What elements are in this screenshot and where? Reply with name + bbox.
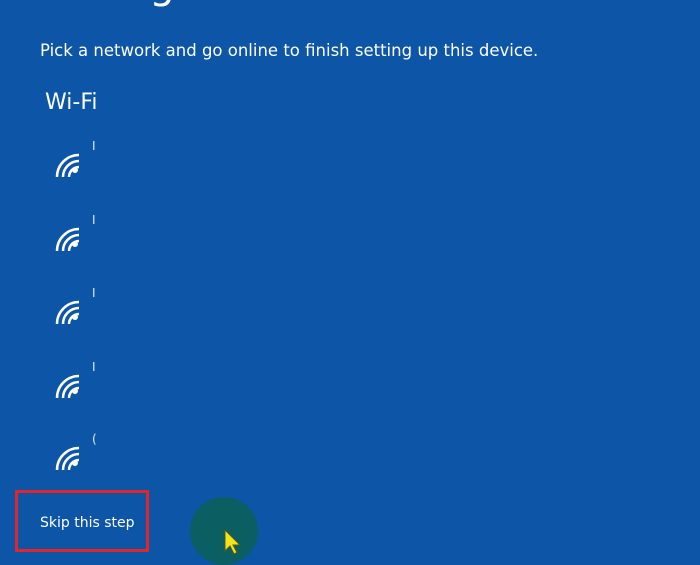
skip-this-step-button[interactable]: Skip this step bbox=[40, 515, 135, 531]
wifi-signal-icon bbox=[55, 446, 80, 471]
wifi-network-name: I bbox=[92, 360, 96, 374]
wifi-network-list: I I I I ( bbox=[0, 0, 700, 560]
wifi-network-item[interactable]: I bbox=[48, 360, 288, 410]
wifi-network-name: I bbox=[92, 286, 96, 300]
page-title: Let's get connected bbox=[40, 0, 444, 8]
wifi-network-item[interactable]: I bbox=[48, 213, 288, 263]
wifi-network-name: ( bbox=[92, 432, 97, 446]
wifi-signal-icon bbox=[55, 227, 80, 252]
wifi-network-name: I bbox=[92, 139, 96, 153]
wifi-network-name: I bbox=[92, 213, 96, 227]
wifi-signal-icon bbox=[55, 153, 80, 178]
mouse-cursor-icon bbox=[224, 529, 242, 555]
wifi-network-item[interactable]: I bbox=[48, 286, 288, 336]
wifi-section-heading: Wi-Fi bbox=[45, 90, 98, 115]
wifi-signal-icon bbox=[55, 300, 80, 325]
wifi-network-item[interactable]: ( bbox=[48, 432, 288, 482]
wifi-signal-icon bbox=[55, 374, 80, 399]
wifi-network-item[interactable]: I bbox=[48, 139, 288, 189]
page-subtitle: Pick a network and go online to finish s… bbox=[40, 41, 539, 60]
